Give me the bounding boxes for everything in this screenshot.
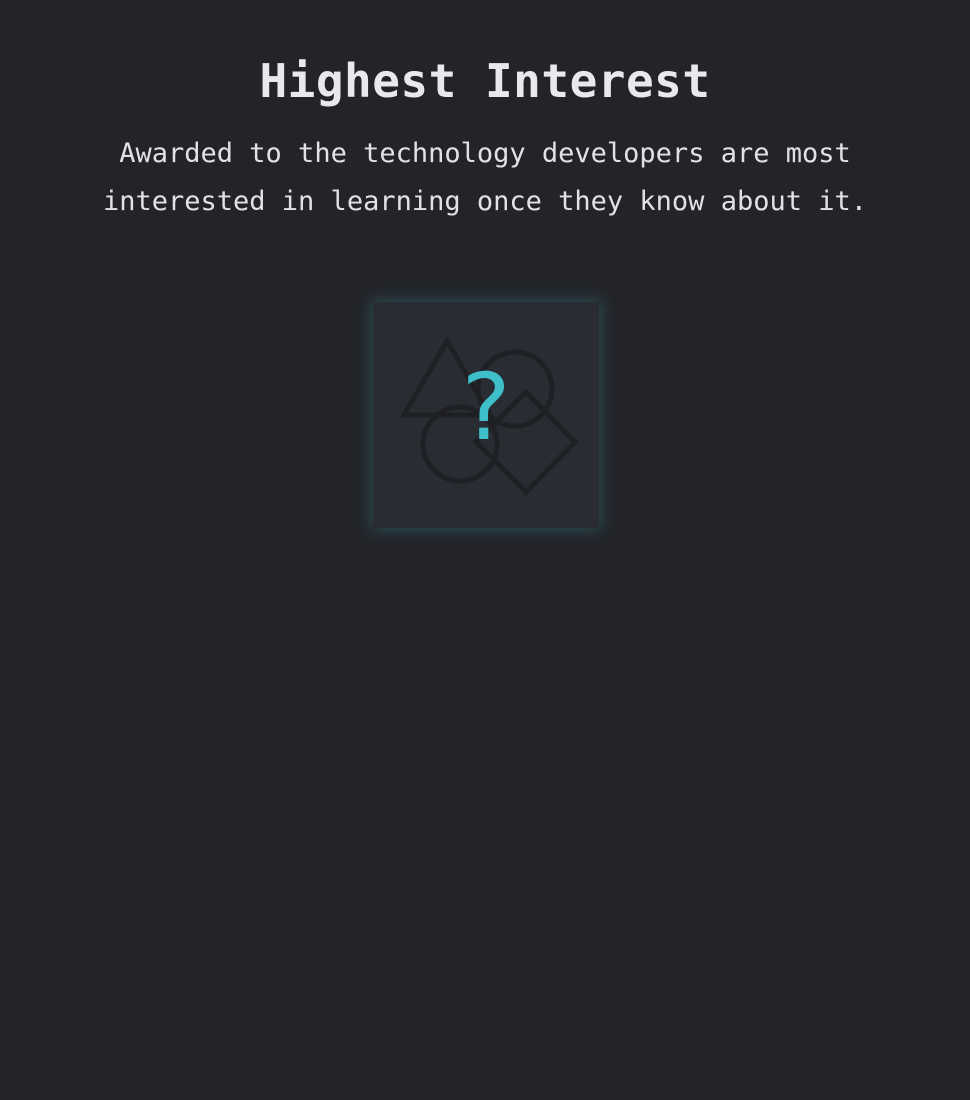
award-page: Highest Interest Awarded to the technolo… <box>0 0 970 1100</box>
question-mark-icon: ? <box>461 354 511 461</box>
award-placeholder-tile: ? <box>373 302 599 528</box>
award-description: Awarded to the technology developers are… <box>102 138 867 217</box>
award-title: Highest Interest <box>259 54 711 108</box>
